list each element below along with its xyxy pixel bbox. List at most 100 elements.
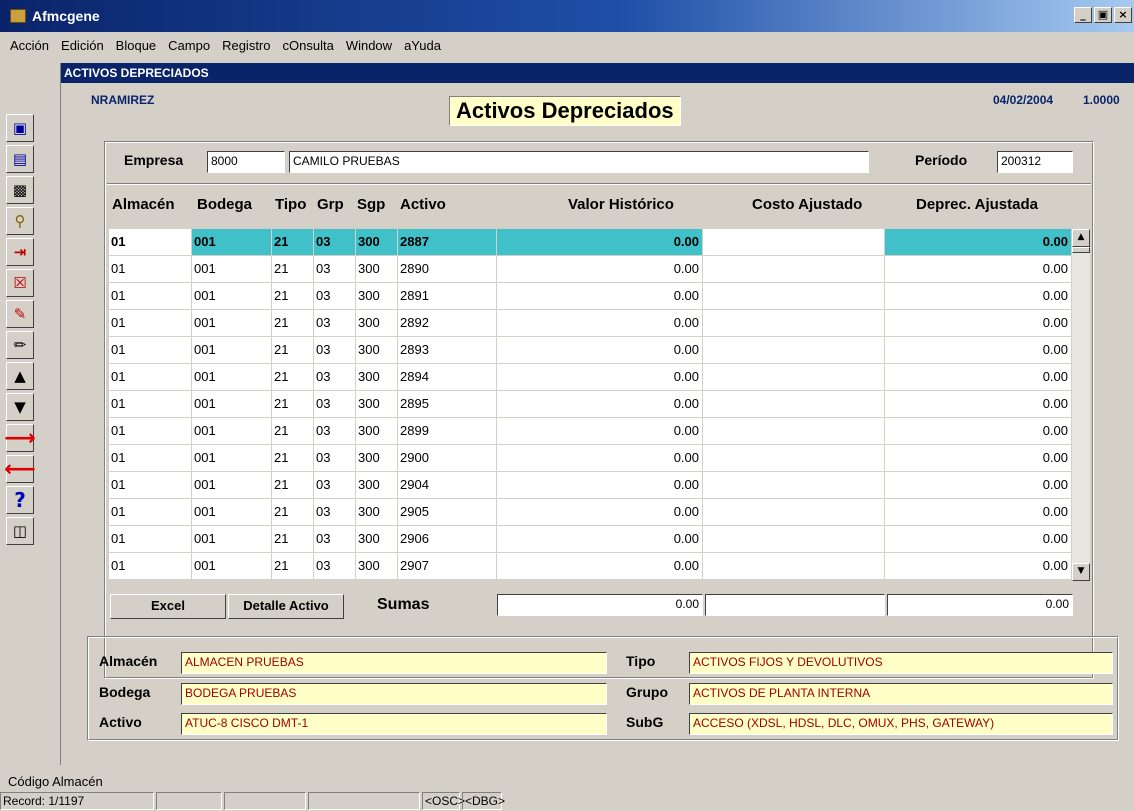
cell-costo-ajustado[interactable] (703, 337, 885, 364)
cell-sgp[interactable]: 300 (356, 418, 398, 445)
next-block-icon[interactable]: ▼ (6, 393, 34, 421)
table-row[interactable]: 01 001 21 03 300 2904 0.00 0.00 (109, 472, 1072, 499)
empresa-code-field[interactable]: 8000 (207, 151, 285, 173)
cell-tipo[interactable]: 21 (272, 337, 314, 364)
cell-activo[interactable]: 2904 (398, 472, 497, 499)
table-row[interactable]: 01 001 21 03 300 2894 0.00 0.00 (109, 364, 1072, 391)
cell-valor-historico[interactable]: 0.00 (497, 364, 703, 391)
query-icon[interactable]: ⚲ (6, 207, 34, 235)
cell-costo-ajustado[interactable] (703, 472, 885, 499)
cell-valor-historico[interactable]: 0.00 (497, 526, 703, 553)
cell-sgp[interactable]: 300 (356, 526, 398, 553)
cell-bodega[interactable]: 001 (192, 283, 272, 310)
cell-activo[interactable]: 2891 (398, 283, 497, 310)
excel-button[interactable]: Excel (110, 594, 226, 619)
close-button[interactable]: × (1114, 7, 1132, 23)
cell-activo[interactable]: 2894 (398, 364, 497, 391)
cell-tipo[interactable]: 21 (272, 391, 314, 418)
table-row[interactable]: 01 001 21 03 300 2887 0.00 0.00 (109, 229, 1072, 256)
table-row[interactable]: 01 001 21 03 300 2906 0.00 0.00 (109, 526, 1072, 553)
table-row[interactable]: 01 001 21 03 300 2890 0.00 0.00 (109, 256, 1072, 283)
clipboard-icon[interactable]: ▩ (6, 176, 34, 204)
cell-almacen[interactable]: 01 (109, 337, 192, 364)
empresa-name-field[interactable]: CAMILO PRUEBAS (289, 151, 869, 173)
menu-consulta[interactable]: cOnsulta (277, 38, 340, 53)
cell-deprec-ajustada[interactable]: 0.00 (885, 526, 1072, 553)
table-row[interactable]: 01 001 21 03 300 2907 0.00 0.00 (109, 553, 1072, 580)
cell-tipo[interactable]: 21 (272, 310, 314, 337)
cell-costo-ajustado[interactable] (703, 364, 885, 391)
table-row[interactable]: 01 001 21 03 300 2900 0.00 0.00 (109, 445, 1072, 472)
menu-ayuda[interactable]: aYuda (398, 38, 447, 53)
cell-activo[interactable]: 2895 (398, 391, 497, 418)
cell-grp[interactable]: 03 (314, 391, 356, 418)
menu-registro[interactable]: Registro (216, 38, 276, 53)
cell-tipo[interactable]: 21 (272, 256, 314, 283)
cell-almacen[interactable]: 01 (109, 472, 192, 499)
cell-sgp[interactable]: 300 (356, 337, 398, 364)
cell-tipo[interactable]: 21 (272, 229, 314, 256)
cell-costo-ajustado[interactable] (703, 445, 885, 472)
cell-bodega[interactable]: 001 (192, 391, 272, 418)
cell-deprec-ajustada[interactable]: 0.00 (885, 499, 1072, 526)
cell-grp[interactable]: 03 (314, 445, 356, 472)
cell-activo[interactable]: 2900 (398, 445, 497, 472)
cell-deprec-ajustada[interactable]: 0.00 (885, 364, 1072, 391)
cell-grp[interactable]: 03 (314, 526, 356, 553)
table-row[interactable]: 01 001 21 03 300 2893 0.00 0.00 (109, 337, 1072, 364)
cell-valor-historico[interactable]: 0.00 (497, 418, 703, 445)
cell-grp[interactable]: 03 (314, 229, 356, 256)
cell-almacen[interactable]: 01 (109, 256, 192, 283)
cell-bodega[interactable]: 001 (192, 418, 272, 445)
cell-valor-historico[interactable]: 0.00 (497, 337, 703, 364)
cell-tipo[interactable]: 21 (272, 418, 314, 445)
cell-grp[interactable]: 03 (314, 472, 356, 499)
cell-deprec-ajustada[interactable]: 0.00 (885, 472, 1072, 499)
cell-valor-historico[interactable]: 0.00 (497, 283, 703, 310)
cell-almacen[interactable]: 01 (109, 391, 192, 418)
save-icon[interactable]: ▣ (6, 114, 34, 142)
cell-grp[interactable]: 03 (314, 499, 356, 526)
cell-valor-historico[interactable]: 0.00 (497, 256, 703, 283)
insert-record-icon[interactable]: ⇥ (6, 238, 34, 266)
cell-costo-ajustado[interactable] (703, 391, 885, 418)
clear-icon[interactable]: ✎ (6, 300, 34, 328)
menu-campo[interactable]: Campo (162, 38, 216, 53)
cell-valor-historico[interactable]: 0.00 (497, 310, 703, 337)
cell-deprec-ajustada[interactable]: 0.00 (885, 418, 1072, 445)
cell-sgp[interactable]: 300 (356, 364, 398, 391)
cell-activo[interactable]: 2906 (398, 526, 497, 553)
cell-almacen[interactable]: 01 (109, 526, 192, 553)
scroll-down-button[interactable]: ▼ (1072, 563, 1090, 581)
cell-tipo[interactable]: 21 (272, 499, 314, 526)
scroll-thumb[interactable] (1072, 247, 1090, 253)
cell-bodega[interactable]: 001 (192, 337, 272, 364)
cell-grp[interactable]: 03 (314, 283, 356, 310)
cell-sgp[interactable]: 300 (356, 472, 398, 499)
window-title-bar[interactable]: Afmcgene _ ▣ × (0, 0, 1134, 32)
cell-sgp[interactable]: 300 (356, 391, 398, 418)
table-row[interactable]: 01 001 21 03 300 2891 0.00 0.00 (109, 283, 1072, 310)
cell-deprec-ajustada[interactable]: 0.00 (885, 256, 1072, 283)
previous-block-icon[interactable]: ▲ (6, 362, 34, 390)
cell-valor-historico[interactable]: 0.00 (497, 472, 703, 499)
cell-tipo[interactable]: 21 (272, 283, 314, 310)
cell-tipo[interactable]: 21 (272, 445, 314, 472)
cell-costo-ajustado[interactable] (703, 229, 885, 256)
previous-record-icon[interactable]: ⟵ (4, 455, 36, 483)
cell-almacen[interactable]: 01 (109, 499, 192, 526)
cell-activo[interactable]: 2899 (398, 418, 497, 445)
table-row[interactable]: 01 001 21 03 300 2905 0.00 0.00 (109, 499, 1072, 526)
cell-almacen[interactable]: 01 (109, 229, 192, 256)
cell-valor-historico[interactable]: 0.00 (497, 391, 703, 418)
cell-almacen[interactable]: 01 (109, 364, 192, 391)
cell-sgp[interactable]: 300 (356, 445, 398, 472)
cell-sgp[interactable]: 300 (356, 256, 398, 283)
cell-grp[interactable]: 03 (314, 418, 356, 445)
exit-icon[interactable]: ◫ (6, 517, 34, 545)
cell-costo-ajustado[interactable] (703, 499, 885, 526)
cell-sgp[interactable]: 300 (356, 310, 398, 337)
cell-bodega[interactable]: 001 (192, 229, 272, 256)
cell-grp[interactable]: 03 (314, 553, 356, 580)
cell-costo-ajustado[interactable] (703, 418, 885, 445)
